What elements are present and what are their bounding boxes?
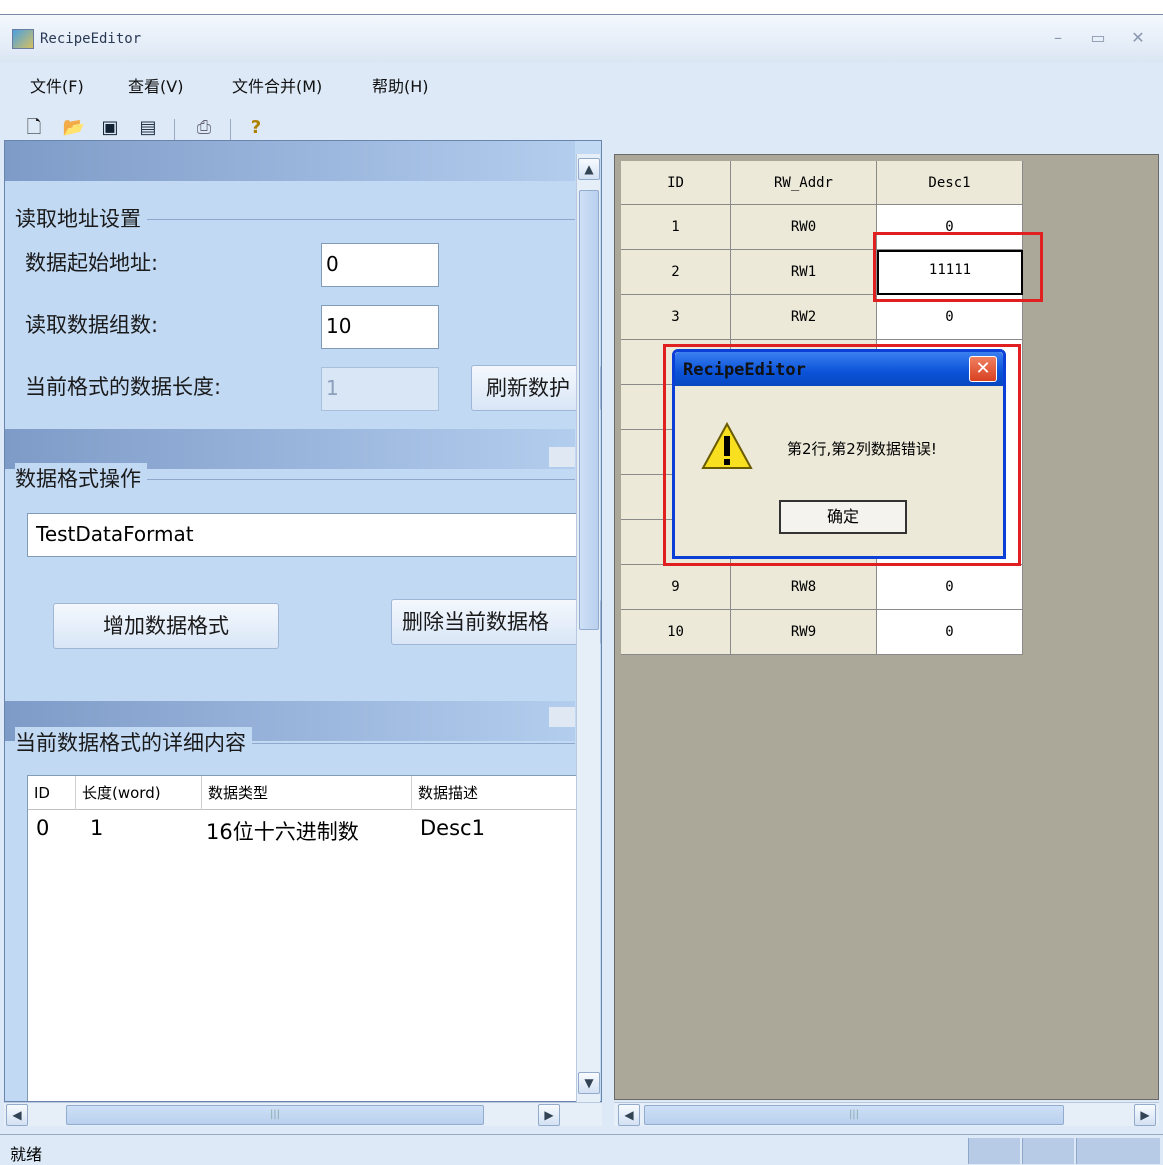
left-vertical-scrollbar[interactable]: ▲ ▼ [576, 154, 600, 1102]
grid-cell-id[interactable]: 9 [621, 565, 731, 610]
maximize-icon[interactable]: ▭ [1086, 27, 1110, 49]
delete-format-button[interactable]: 删除当前数据格 [391, 599, 601, 645]
data-length-label: 当前格式的数据长度: [25, 375, 222, 399]
format-detail-list[interactable]: ID 长度(word) 数据类型 数据描述 0 1 16位十六进制数 Desc1 [27, 775, 587, 1101]
grid-cell-desc[interactable]: 0 [877, 565, 1023, 610]
grid-cell-id[interactable]: 10 [621, 610, 731, 655]
scroll-left-icon[interactable]: ◀ [618, 1104, 640, 1126]
save-as-icon[interactable]: ▤ [136, 117, 160, 139]
error-cell-highlight [873, 232, 1043, 302]
menu-bar: 文件(F) 查看(V) 文件合并(M) 帮助(H) [0, 63, 1163, 101]
warning-icon [701, 422, 753, 469]
window-title: RecipeEditor [40, 31, 142, 47]
col-header-desc[interactable]: 数据描述 [412, 776, 588, 810]
grid-cell-desc[interactable]: 0 [877, 610, 1023, 655]
new-file-icon[interactable]: 🗋 [22, 117, 46, 139]
start-address-label: 数据起始地址: [25, 251, 159, 275]
menu-file[interactable]: 文件(F) [30, 73, 84, 97]
grid-cell-id[interactable]: 2 [621, 250, 731, 295]
panel-header-band [5, 141, 575, 181]
scroll-left-icon[interactable]: ◀ [6, 1104, 28, 1126]
grid-cell-id[interactable]: 3 [621, 295, 731, 340]
list-cell-type[interactable]: 16位十六进制数 [206, 816, 359, 846]
start-address-input[interactable]: 0 [321, 243, 439, 287]
grid-cell-addr[interactable]: RW8 [731, 565, 877, 610]
grid-cell-id[interactable]: 1 [621, 205, 731, 250]
detail-group-title: 当前数据格式的详细内容 [15, 727, 252, 757]
error-dialog: RecipeEditor ✕ 第2行,第2列数据错误! 确定 [672, 349, 1006, 559]
data-length-input: 1 [321, 367, 439, 411]
add-format-button[interactable]: 增加数据格式 [53, 603, 279, 649]
status-text: 就绪 [10, 1145, 43, 1164]
title-bar: RecipeEditor – ▭ ✕ [0, 15, 1163, 63]
status-panel [1076, 1138, 1160, 1164]
status-panel [1022, 1138, 1074, 1164]
close-icon[interactable]: ✕ [969, 356, 997, 382]
scroll-down-icon[interactable]: ▼ [578, 1072, 600, 1094]
horizontal-scroll-thumb[interactable]: ||| [66, 1105, 484, 1125]
list-cell-length[interactable]: 1 [90, 816, 103, 840]
left-horizontal-scrollbar[interactable]: ◀ ||| ▶ [4, 1102, 602, 1126]
ok-button[interactable]: 确定 [779, 500, 907, 534]
grid-cell-addr[interactable]: RW0 [731, 205, 877, 250]
read-group-title: 读取地址设置 [15, 203, 147, 233]
right-horizontal-scrollbar[interactable]: ◀ ||| ▶ [614, 1102, 1159, 1126]
list-header: ID 长度(word) 数据类型 数据描述 [28, 776, 586, 810]
horizontal-scroll-thumb[interactable]: ||| [644, 1105, 1064, 1125]
menu-view[interactable]: 查看(V) [128, 73, 183, 97]
dialog-message: 第2行,第2列数据错误! [787, 440, 937, 458]
grid-header-desc[interactable]: Desc1 [877, 161, 1023, 205]
format-select[interactable]: TestDataFormat [27, 513, 587, 557]
scroll-up-icon[interactable]: ▲ [578, 158, 600, 180]
scroll-right-icon[interactable]: ▶ [1134, 1104, 1156, 1126]
close-icon[interactable]: ✕ [1126, 27, 1150, 49]
col-header-length[interactable]: 长度(word) [76, 776, 202, 810]
scroll-right-icon[interactable]: ▶ [538, 1104, 560, 1126]
grid-cell-addr[interactable]: RW2 [731, 295, 877, 340]
status-panel [968, 1138, 1020, 1164]
list-cell-id[interactable]: 0 [36, 816, 49, 840]
format-group-title: 数据格式操作 [15, 463, 147, 493]
minimize-icon[interactable]: – [1046, 27, 1070, 49]
print-icon[interactable]: ⎙ [192, 117, 216, 139]
grid-header-id[interactable]: ID [621, 161, 731, 205]
grid-header-addr[interactable]: RW_Addr [731, 161, 877, 205]
help-icon[interactable]: ? [244, 117, 268, 139]
list-cell-desc[interactable]: Desc1 [420, 816, 485, 840]
grid-cell-addr[interactable]: RW1 [731, 250, 877, 295]
panel-tab [549, 707, 575, 727]
col-header-id[interactable]: ID [28, 776, 76, 810]
menu-help[interactable]: 帮助(H) [372, 73, 429, 97]
dialog-title: RecipeEditor [683, 360, 806, 380]
open-folder-icon[interactable]: 📂 [62, 117, 86, 139]
group-count-label: 读取数据组数: [25, 313, 159, 337]
grid-cell-addr[interactable]: RW9 [731, 610, 877, 655]
menu-merge[interactable]: 文件合并(M) [232, 73, 322, 97]
settings-panel: 读取地址设置 数据起始地址: 0 读取数据组数: 10 当前格式的数据长度: 1… [4, 140, 602, 1102]
col-header-type[interactable]: 数据类型 [202, 776, 412, 810]
dialog-title-bar: RecipeEditor ✕ [675, 352, 1003, 386]
group-count-input[interactable]: 10 [321, 305, 439, 349]
save-icon[interactable]: ▣ [98, 117, 122, 139]
status-bar: 就绪 [0, 1134, 1163, 1165]
vertical-scroll-thumb[interactable] [579, 190, 599, 630]
toolbar-separator [230, 119, 231, 141]
app-icon [12, 29, 34, 49]
panel-tab [549, 447, 575, 467]
toolbar-separator [174, 119, 175, 141]
